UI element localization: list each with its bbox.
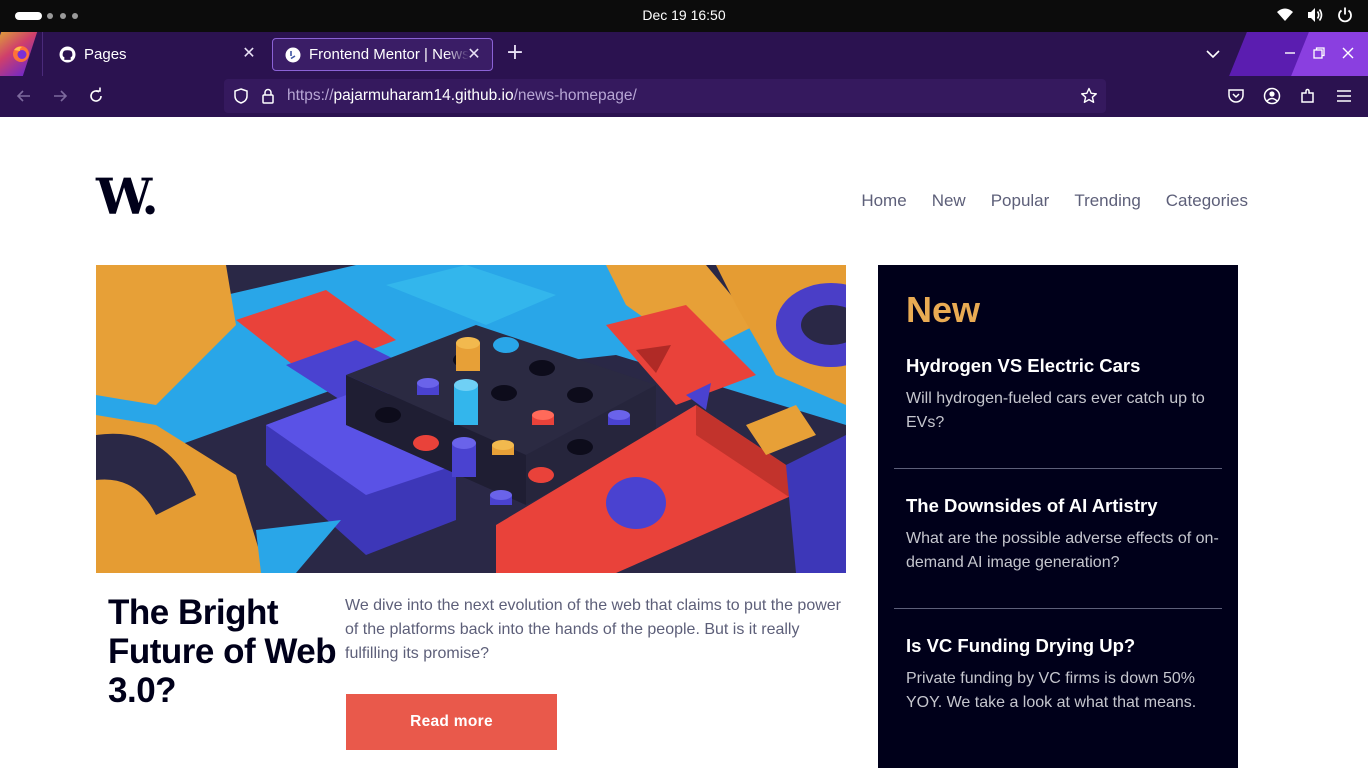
hero-description: We dive into the next evolution of the w… (345, 597, 841, 662)
browser-tab-strip: Pages ✕ Frontend Mentor | News homepage … (0, 32, 1368, 76)
minimize-icon[interactable] (1281, 44, 1299, 62)
nav-link-trending[interactable]: Trending (1074, 191, 1140, 211)
new-article-item[interactable]: The Downsides of AI Artistry What are th… (906, 495, 1222, 575)
firefox-view-button[interactable] (0, 32, 43, 76)
site-logo[interactable]: W. (96, 169, 159, 225)
new-article-text: Private funding by VC firms is down 50% … (906, 670, 1197, 711)
frontend-mentor-icon (285, 47, 301, 62)
account-icon[interactable] (1262, 86, 1282, 106)
close-tab-icon[interactable]: ✕ (466, 47, 482, 63)
url-host: pajarmuharam14.github.io (333, 87, 514, 104)
system-clock[interactable]: Dec 19 16:50 (0, 7, 1368, 23)
main-navigation: Home New Popular Trending Categories (861, 191, 1248, 211)
firefox-icon (13, 46, 29, 62)
browser-tab[interactable]: Pages ✕ (47, 38, 267, 71)
nav-link-popular[interactable]: Popular (991, 191, 1050, 211)
tab-title: Frontend Mentor | News homepage (309, 46, 469, 63)
url-path: /news-homepage/ (513, 87, 637, 104)
new-article-item[interactable]: Is VC Funding Drying Up? Private funding… (906, 635, 1222, 715)
tab-title: Pages (84, 46, 127, 63)
url-scheme: https:// (287, 87, 334, 104)
new-article-title[interactable]: Hydrogen VS Electric Cars (906, 355, 1222, 377)
new-article-title[interactable]: Is VC Funding Drying Up? (906, 635, 1222, 657)
hero-headline: The Bright Future of Web 3.0? (108, 593, 337, 710)
system-tray[interactable] (1276, 6, 1354, 24)
wifi-icon (1277, 8, 1293, 21)
nav-link-new[interactable]: New (932, 191, 966, 211)
hero-image (96, 265, 846, 573)
os-top-bar: Dec 19 16:50 (0, 0, 1368, 32)
nav-link-categories[interactable]: Categories (1166, 191, 1248, 211)
github-icon (59, 46, 76, 63)
pocket-icon[interactable] (1226, 86, 1246, 106)
close-tab-icon[interactable]: ✕ (241, 46, 257, 62)
new-article-item[interactable]: Hydrogen VS Electric Cars Will hydrogen-… (906, 355, 1222, 435)
shield-icon[interactable] (232, 87, 250, 105)
back-icon[interactable] (14, 86, 34, 106)
url-text[interactable]: https://pajarmuharam14.github.io/news-ho… (287, 87, 637, 105)
power-icon (1338, 7, 1352, 23)
volume-icon (1308, 8, 1323, 22)
menu-icon[interactable] (1334, 86, 1354, 106)
bookmark-star-icon[interactable] (1080, 87, 1098, 105)
new-article-text: Will hydrogen-fueled cars ever catch up … (906, 390, 1205, 431)
new-tab-button[interactable]: + (504, 42, 526, 64)
new-articles-panel: New Hydrogen VS Electric Cars Will hydro… (878, 265, 1238, 768)
list-all-tabs-icon[interactable] (1203, 44, 1223, 64)
nav-link-home[interactable]: Home (861, 191, 906, 211)
divider (894, 468, 1222, 469)
browser-tab-active[interactable]: Frontend Mentor | News homepage ✕ (272, 38, 493, 71)
web-page: W. Home New Popular Trending Categories (0, 117, 1368, 768)
new-article-title[interactable]: The Downsides of AI Artistry (906, 495, 1222, 517)
new-section-title: New (906, 289, 981, 330)
abstract-blocks-illustration (96, 265, 846, 573)
close-window-icon[interactable] (1339, 44, 1357, 62)
reload-icon[interactable] (86, 86, 106, 106)
browser-navigation-bar: https://pajarmuharam14.github.io/news-ho… (0, 76, 1368, 117)
forward-icon[interactable] (50, 86, 70, 106)
new-article-text: What are the possible adverse effects of… (906, 530, 1219, 571)
divider (894, 608, 1222, 609)
address-bar[interactable]: https://pajarmuharam14.github.io/news-ho… (224, 79, 1106, 113)
lock-icon[interactable] (259, 87, 277, 105)
restore-icon[interactable] (1310, 44, 1328, 62)
extensions-icon[interactable] (1298, 86, 1318, 106)
read-more-button[interactable]: Read more (346, 694, 557, 750)
